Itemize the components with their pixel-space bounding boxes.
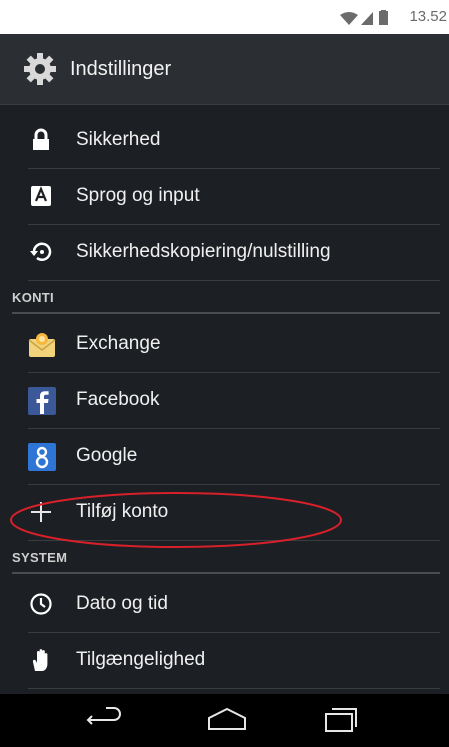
recents-button[interactable] <box>296 694 386 747</box>
account-item-facebook[interactable]: Facebook <box>28 372 440 429</box>
clock-icon <box>28 591 54 617</box>
hand-icon <box>28 647 54 673</box>
settings-item-accessibility[interactable]: Tilgængelighed <box>28 632 440 689</box>
section-header-label: SYSTEM <box>12 550 68 565</box>
settings-item-label: Tilføj konto <box>76 501 169 522</box>
page-title[interactable]: Indstillinger <box>70 58 171 81</box>
back-icon <box>86 707 121 725</box>
action-bar: Indstillinger <box>0 34 449 105</box>
settings-item-language-input[interactable]: Sprog og input <box>28 168 440 225</box>
settings-panel: Indstillinger Sikkerhed Sprog og input S… <box>0 34 449 694</box>
account-item-exchange[interactable]: Exchange <box>28 316 440 373</box>
gear-icon[interactable] <box>22 51 58 92</box>
settings-item-label: Sprog og input <box>76 185 200 206</box>
settings-item-label: Facebook <box>76 389 160 410</box>
status-bar: 13.52 <box>0 0 449 34</box>
settings-item-backup-reset[interactable]: Sikkerhedskopiering/nulstilling <box>28 224 440 281</box>
settings-item-label: Sikkerhed <box>76 129 161 150</box>
navigation-bar <box>0 694 449 747</box>
home-icon <box>208 707 246 730</box>
facebook-icon <box>28 387 56 415</box>
backup-restore-icon <box>28 239 54 265</box>
settings-item-date-time[interactable]: Dato og tid <box>28 576 440 633</box>
lock-icon <box>28 127 54 153</box>
account-item-google[interactable]: Google <box>28 428 440 485</box>
recents-icon <box>325 708 357 732</box>
exchange-mail-icon <box>28 331 56 357</box>
settings-item-security[interactable]: Sikkerhed <box>28 112 440 169</box>
section-header-label: KONTI <box>12 290 54 305</box>
settings-item-label: Tilgængelighed <box>76 649 206 670</box>
status-icons <box>339 10 393 31</box>
settings-item-label: Dato og tid <box>76 593 168 614</box>
settings-item-label: Google <box>76 445 138 466</box>
google-icon <box>28 443 56 471</box>
section-header-system: SYSTEM <box>12 542 440 574</box>
settings-item-label: Sikkerhedskopiering/nulstilling <box>76 241 331 262</box>
home-button[interactable] <box>182 694 272 747</box>
wifi-signal-battery-icon <box>340 10 388 25</box>
keyboard-icon <box>28 183 54 209</box>
android-settings-screen: 13.52 Indstillinger Sikkerhed Sprog og i… <box>0 0 449 747</box>
add-account-button[interactable]: Tilføj konto <box>28 484 440 541</box>
plus-icon <box>28 499 54 525</box>
section-header-accounts: KONTI <box>12 282 440 314</box>
status-time: 13.52 <box>409 8 447 25</box>
settings-item-label: Exchange <box>76 333 161 354</box>
back-button[interactable] <box>62 694 152 747</box>
